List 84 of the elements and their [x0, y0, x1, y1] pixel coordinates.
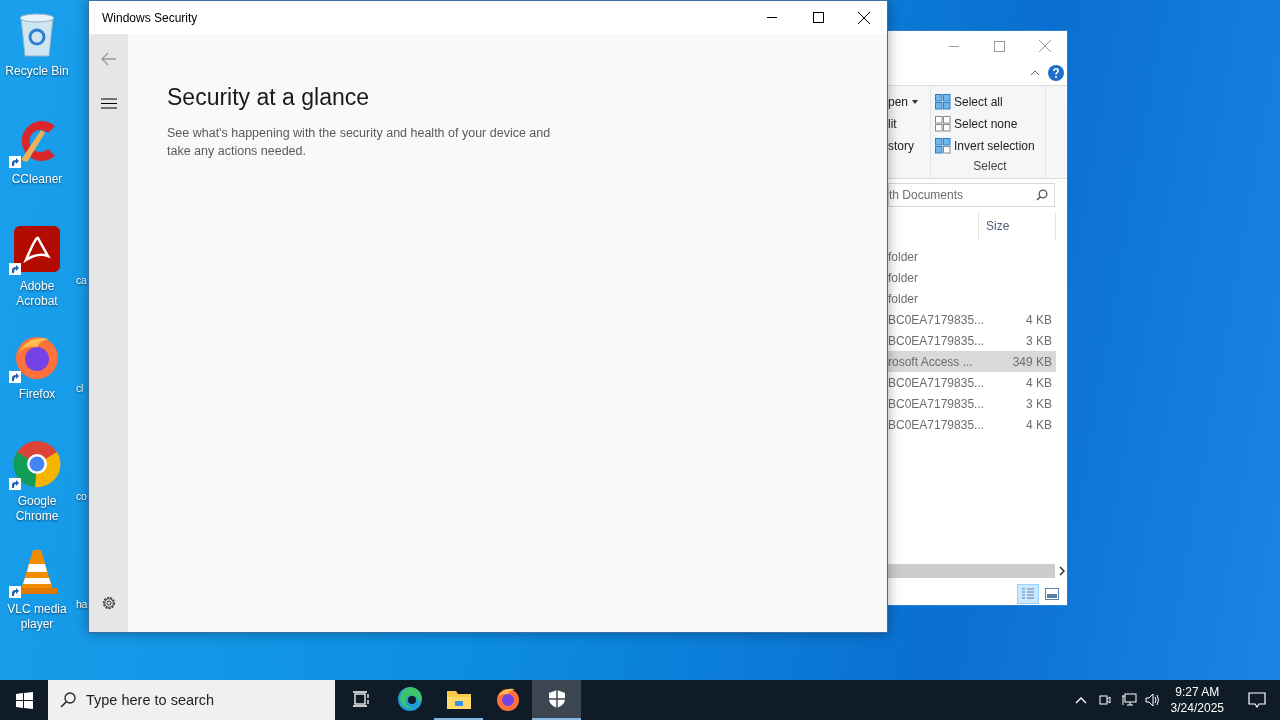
file-row[interactable]: BC0EA7179835... 3 KB [888, 393, 1056, 414]
type-cell: BC0EA7179835... [888, 333, 985, 348]
type-cell: BC0EA7179835... [888, 312, 985, 327]
desktop-icon-label: VLC media player [6, 601, 68, 632]
type-cell: BC0EA7179835... [888, 375, 985, 390]
taskbar-search-field[interactable]: Type here to search [48, 680, 335, 720]
file-row[interactable]: BC0EA7179835... 4 KB [888, 372, 1056, 393]
help-icon[interactable] [1048, 65, 1064, 81]
clock[interactable]: 9:27 AM 3/24/2025 [1170, 684, 1224, 716]
window-title: Windows Security [102, 10, 199, 25]
desktop-icon-label: Adobe Acrobat [15, 279, 59, 309]
ribbon-command[interactable]: Invert selection [935, 135, 1045, 157]
acrobat-icon [14, 226, 60, 272]
menu-icon [100, 97, 117, 109]
desktop-icon-label: ha [76, 598, 88, 610]
edge-icon [396, 686, 423, 712]
type-cell: folder [888, 291, 919, 306]
file-row[interactable]: BC0EA7179835... 3 KB [888, 330, 1056, 351]
type-cell: rosoft Access ... [888, 354, 973, 369]
file-row[interactable]: folder [888, 288, 1056, 309]
clock-date: 3/24/2025 [1170, 700, 1224, 716]
desktop-icon-label: Firefox [17, 386, 57, 402]
desktop-icon-label: Recycle Bin [4, 64, 70, 79]
page-description: See what's happening with the security and health of your device and take any actions needed. [167, 125, 552, 160]
type-cell: folder [888, 270, 919, 285]
file-row[interactable]: BC0EA7179835... 4 KB [888, 414, 1056, 435]
chrome-icon [13, 440, 61, 488]
file-row[interactable]: folder [888, 267, 1056, 288]
ribbon-command[interactable]: pen [888, 91, 930, 113]
desktop-shortcut[interactable] [11, 223, 63, 275]
search-field[interactable]: th Documents [888, 183, 1055, 207]
select-all-icon [935, 94, 951, 110]
ribbon-command[interactable]: story [888, 135, 930, 157]
task-view-icon [351, 691, 370, 707]
type-cell: BC0EA7179835... [888, 396, 985, 411]
size-cell: 4 KB [1026, 375, 1052, 390]
shield-icon [547, 689, 566, 709]
search-icon [60, 692, 76, 708]
desktop-icon-label: co [76, 490, 87, 502]
speaker-icon [1144, 693, 1161, 707]
size-cell: 3 KB [1026, 333, 1052, 348]
search-icon [1036, 189, 1048, 201]
details-view-icon [1021, 588, 1035, 600]
close-icon [1038, 40, 1051, 52]
file-row[interactable]: BC0EA7179835... 4 KB [888, 309, 1056, 330]
size-cell: 3 KB [1026, 396, 1052, 411]
desktop-icon-label: cl [76, 382, 83, 394]
invert-selection-icon [935, 138, 951, 154]
caret-up-icon [1074, 696, 1087, 704]
network-icon [1120, 693, 1137, 707]
file-row[interactable]: rosoft Access ... 349 KB [888, 351, 1056, 372]
desktop-shortcut[interactable] [11, 438, 63, 490]
desktop-icon-label: Google Chrome [14, 494, 60, 524]
type-cell: BC0EA7179835... [888, 417, 985, 432]
windows-logo-icon [15, 691, 33, 709]
ribbon-command[interactable]: Select none [935, 113, 1045, 135]
settings-icon [100, 595, 117, 611]
scrollbar-thumb[interactable] [888, 564, 1056, 578]
clock-time: 9:27 AM [1175, 684, 1220, 700]
preview-view-icon [1045, 588, 1059, 600]
size-cell: 4 KB [1026, 417, 1052, 432]
collapse-ribbon-icon[interactable] [1030, 70, 1040, 76]
back-arrow-icon [100, 52, 117, 66]
maximize-icon [812, 12, 824, 23]
close-icon [858, 11, 870, 24]
camera-icon [1097, 693, 1112, 707]
size-cell: 4 KB [1026, 312, 1052, 327]
size-cell: 349 KB [1012, 354, 1052, 369]
desktop-icon-label: CCleaner [10, 171, 64, 187]
desktop-icon-label: ca [76, 274, 87, 286]
column-header[interactable]: Size [978, 212, 1056, 240]
ribbon-command[interactable]: lit [888, 113, 930, 135]
firefox-icon [494, 686, 521, 712]
maximize-icon [994, 40, 1005, 52]
page-heading: Security at a glance [167, 84, 369, 111]
speech-bubble-icon [1248, 692, 1266, 708]
ribbon-command[interactable]: Select all [935, 91, 1045, 113]
type-cell: folder [888, 249, 919, 264]
file-row[interactable]: folder [888, 246, 1056, 267]
folder-icon [445, 688, 472, 710]
scroll-right-icon[interactable] [1057, 566, 1067, 576]
taskbar-app-button[interactable] [532, 680, 581, 720]
select-none-icon [935, 116, 951, 132]
ribbon-group-label: Select [972, 159, 1008, 173]
